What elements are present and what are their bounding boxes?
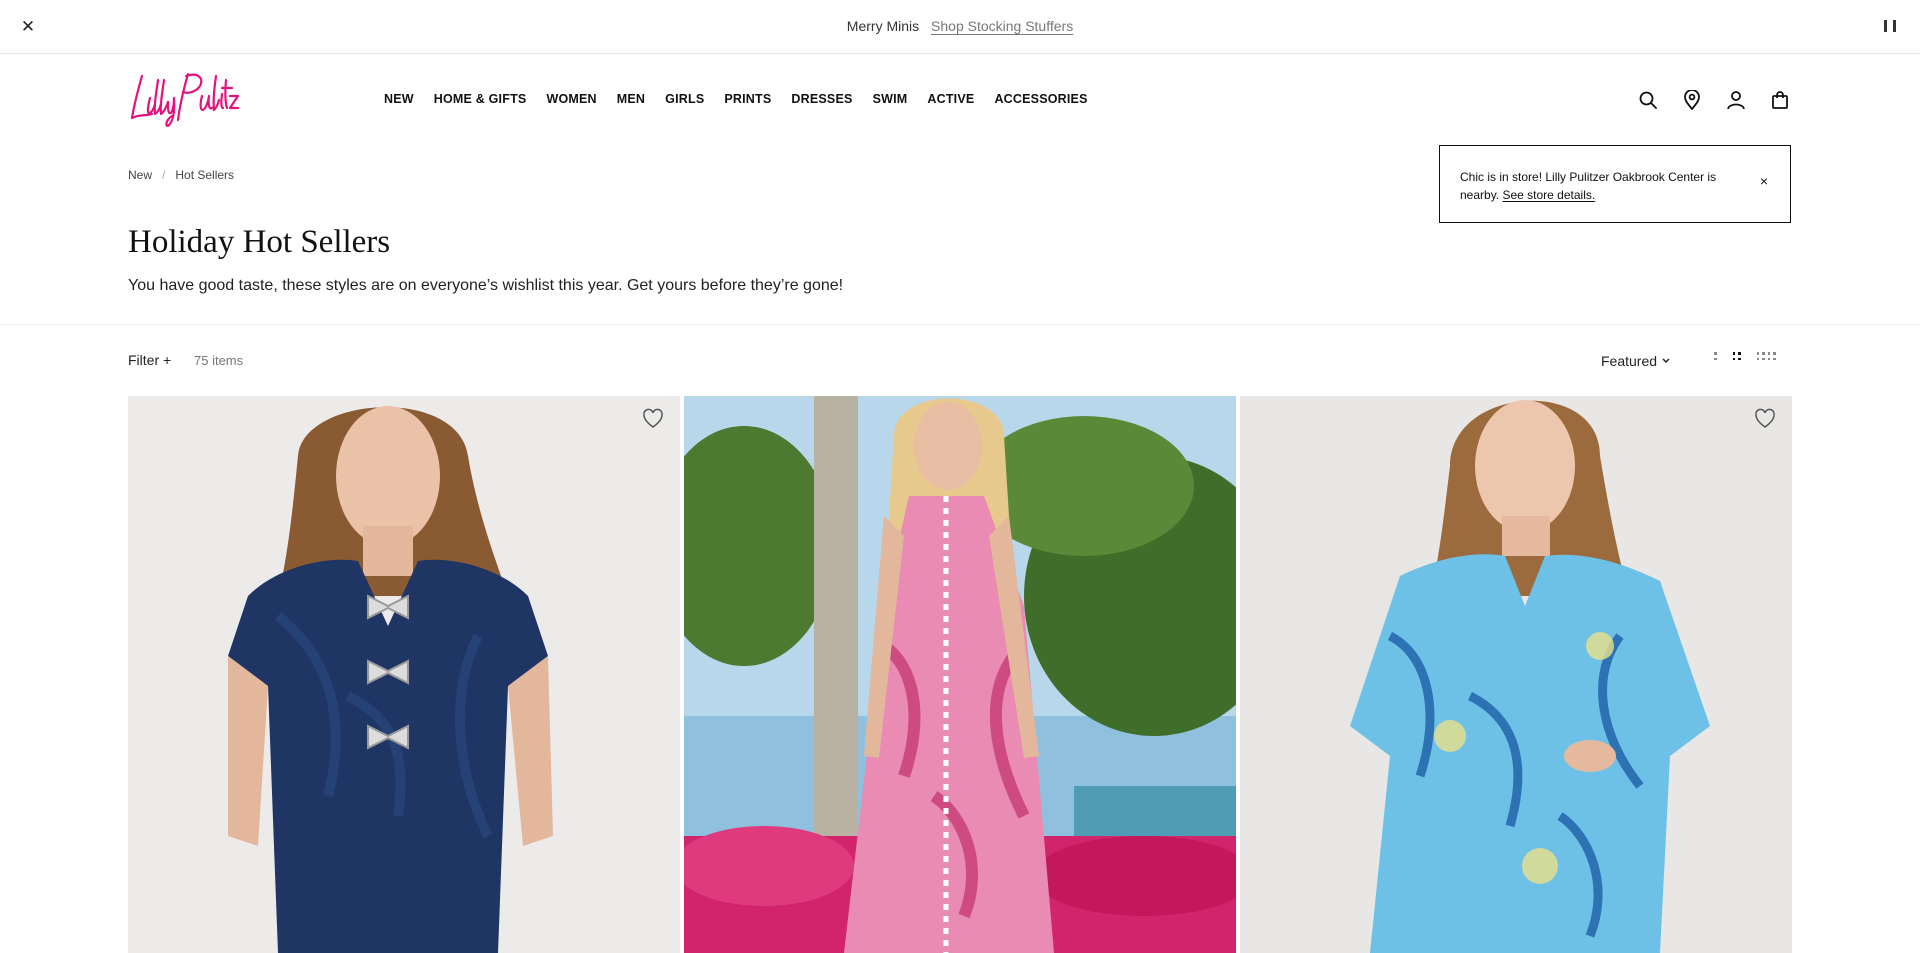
nav-item-swim[interactable]: SWIM [873, 92, 908, 106]
location-pin-icon[interactable] [1680, 88, 1704, 112]
promo-link[interactable]: Shop Stocking Stuffers [931, 18, 1073, 34]
grid-view-toggles [1714, 352, 1776, 360]
store-notice: Chic is in store! Lilly Pulitzer Oakbroo… [1439, 145, 1791, 223]
page-title: Holiday Hot Sellers [128, 224, 391, 260]
promo-message: Merry Minis Shop Stocking Stuffers [0, 18, 1920, 34]
search-icon[interactable] [1636, 88, 1660, 112]
sort-dropdown[interactable]: Featured [1601, 353, 1671, 369]
brand-logo[interactable] [128, 68, 240, 130]
breadcrumb-item-hot-sellers[interactable]: Hot Sellers [175, 168, 234, 182]
utility-icons [1636, 88, 1792, 112]
store-details-link[interactable]: See store details. [1502, 188, 1595, 202]
sort-label: Featured [1601, 353, 1658, 369]
pause-icon[interactable] [1884, 20, 1896, 34]
item-count: 75 items [194, 353, 244, 368]
page-subtitle: You have good taste, these styles are on… [128, 277, 844, 294]
product-card[interactable] [128, 396, 680, 953]
heart-icon[interactable] [1754, 408, 1776, 430]
breadcrumb-item-new[interactable]: New [128, 168, 152, 182]
close-icon[interactable]: × [1760, 172, 1768, 190]
nav-item-women[interactable]: WOMEN [546, 92, 596, 106]
nav-item-accessories[interactable]: ACCESSORIES [994, 92, 1087, 106]
grid-1-column-icon[interactable] [1714, 352, 1717, 360]
breadcrumb-separator: / [162, 168, 166, 182]
product-image[interactable] [1240, 396, 1792, 953]
nav-item-dresses[interactable]: DRESSES [791, 92, 852, 106]
filter-button[interactable]: Filter + [128, 352, 171, 368]
product-card[interactable] [684, 396, 1236, 953]
account-icon[interactable] [1724, 88, 1748, 112]
nav-item-girls[interactable]: GIRLS [665, 92, 704, 106]
nav-item-home-gifts[interactable]: HOME & GIFTS [434, 92, 527, 106]
nav-item-active[interactable]: ACTIVE [927, 92, 974, 106]
nav-item-new[interactable]: NEW [384, 92, 414, 106]
divider [0, 324, 1920, 325]
chevron-down-icon [1662, 358, 1670, 364]
main-nav: NEW HOME & GIFTS WOMEN MEN GIRLS PRINTS … [384, 92, 1108, 106]
product-image[interactable] [684, 396, 1236, 953]
nav-item-men[interactable]: MEN [617, 92, 645, 106]
promo-text: Merry Minis [846, 18, 920, 34]
product-card[interactable] [1240, 396, 1792, 953]
grid-2-column-icon[interactable] [1732, 352, 1741, 360]
breadcrumb: New / Hot Sellers [128, 168, 234, 182]
product-grid [128, 396, 1792, 953]
shopping-bag-icon[interactable] [1768, 88, 1792, 112]
grid-3-column-icon[interactable] [1756, 352, 1776, 360]
heart-icon[interactable] [642, 408, 664, 430]
promo-bar: ✕ Merry Minis Shop Stocking Stuffers [0, 0, 1920, 54]
product-image[interactable] [128, 396, 680, 953]
nav-item-prints[interactable]: PRINTS [724, 92, 771, 106]
